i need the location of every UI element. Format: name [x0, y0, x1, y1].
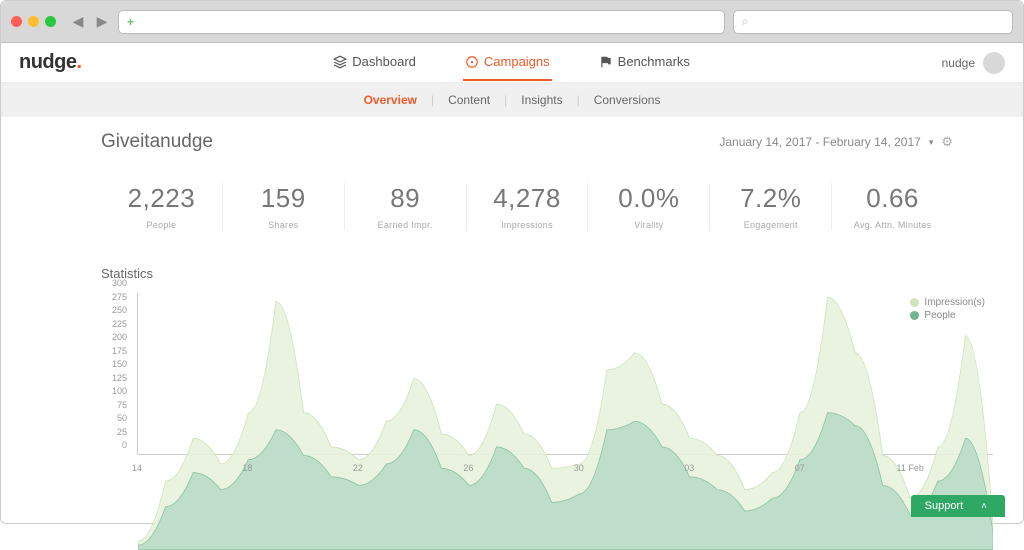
- nav-campaigns-label: Campaigns: [484, 54, 550, 69]
- metric-attention: 0.66 Avg. Attn. Minutes: [832, 183, 953, 230]
- date-range-text: January 14, 2017 - February 14, 2017: [719, 135, 920, 149]
- layers-icon: [333, 55, 347, 69]
- legend-dot-impressions: [910, 298, 919, 307]
- metric-impressions: 4,278 Impressions: [467, 183, 589, 230]
- minimize-icon[interactable]: [28, 16, 39, 27]
- date-range-picker[interactable]: January 14, 2017 - February 14, 2017 ▾ ⚙: [719, 134, 953, 150]
- metric-earned: 89 Earned Impr.: [345, 183, 467, 230]
- metric-label: Virality: [594, 220, 703, 230]
- metric-value: 89: [351, 183, 460, 214]
- logo[interactable]: nudge.: [19, 51, 82, 74]
- metric-shares: 159 Shares: [223, 183, 345, 230]
- user-name: nudge: [942, 56, 975, 70]
- metric-value: 7.2%: [716, 183, 825, 214]
- sub-tabs: Overview | Content | Insights | Conversi…: [1, 83, 1023, 117]
- metric-virality: 0.0% Virality: [588, 183, 710, 230]
- caret-down-icon: ▾: [929, 137, 934, 148]
- tab-overview[interactable]: Overview: [350, 93, 431, 107]
- support-button[interactable]: Support ˄: [911, 495, 1005, 517]
- nav-dashboard[interactable]: Dashboard: [331, 44, 418, 81]
- metric-value: 0.0%: [594, 183, 703, 214]
- logo-text: nudge: [19, 51, 77, 73]
- forward-icon[interactable]: ▶: [94, 14, 110, 30]
- metric-label: Avg. Attn. Minutes: [838, 220, 947, 230]
- nav-campaigns[interactable]: Campaigns: [463, 44, 552, 81]
- support-label: Support: [925, 500, 964, 512]
- metric-people: 2,223 People: [101, 183, 223, 230]
- nav-benchmarks-label: Benchmarks: [618, 54, 690, 69]
- chevron-up-icon: ˄: [981, 501, 987, 512]
- maximize-icon[interactable]: [45, 16, 56, 27]
- nav-benchmarks[interactable]: Benchmarks: [597, 44, 692, 81]
- legend-impressions: Impression(s): [910, 297, 985, 308]
- metrics-row: 2,223 People 159 Shares 89 Earned Impr. …: [1, 161, 1023, 248]
- legend-people: People: [910, 310, 985, 321]
- window-controls: [11, 16, 56, 27]
- statistics-chart: 0255075100125150175200225250275300 Impre…: [101, 293, 993, 473]
- legend-dot-people: [910, 311, 919, 320]
- back-icon[interactable]: ◀: [70, 14, 86, 30]
- statistics-heading: Statistics: [1, 248, 1023, 285]
- avatar: [983, 52, 1005, 74]
- legend-impressions-label: Impression(s): [924, 297, 985, 308]
- metric-value: 159: [229, 183, 338, 214]
- close-icon[interactable]: [11, 16, 22, 27]
- nav-center: Dashboard Campaigns Benchmarks: [82, 44, 942, 81]
- chart-legend: Impression(s) People: [910, 297, 985, 323]
- metric-label: Engagement: [716, 220, 825, 230]
- metric-label: Shares: [229, 220, 338, 230]
- metric-value: 0.66: [838, 183, 947, 214]
- gear-icon[interactable]: ⚙: [941, 134, 953, 150]
- metric-value: 4,278: [473, 183, 582, 214]
- chart-x-axis: 1418222630030711 Feb: [137, 457, 993, 473]
- tab-insights[interactable]: Insights: [507, 93, 576, 107]
- add-tab-icon[interactable]: +: [127, 15, 134, 29]
- browser-chrome: ◀ ▶ + ⌕: [1, 1, 1023, 43]
- chart-plot-area: Impression(s) People: [137, 293, 993, 455]
- tab-conversions[interactable]: Conversions: [580, 93, 675, 107]
- tab-content[interactable]: Content: [434, 93, 504, 107]
- chart-areas: [138, 293, 993, 550]
- search-icon: ⌕: [742, 14, 749, 29]
- metric-label: Impressions: [473, 220, 582, 230]
- campaign-title: Giveitanudge: [101, 131, 213, 153]
- chart-y-axis: 0255075100125150175200225250275300: [101, 293, 131, 455]
- metric-label: People: [107, 220, 216, 230]
- metric-label: Earned Impr.: [351, 220, 460, 230]
- address-bar[interactable]: +: [118, 10, 725, 34]
- metric-value: 2,223: [107, 183, 216, 214]
- top-nav: nudge. Dashboard Campaigns Benchmarks nu…: [1, 43, 1023, 83]
- user-menu[interactable]: nudge: [942, 52, 1005, 74]
- title-row: Giveitanudge January 14, 2017 - February…: [1, 117, 1023, 161]
- flag-icon: [599, 55, 613, 69]
- legend-people-label: People: [924, 310, 955, 321]
- nav-dashboard-label: Dashboard: [352, 54, 416, 69]
- target-icon: [465, 55, 479, 69]
- metric-engagement: 7.2% Engagement: [710, 183, 832, 230]
- search-bar[interactable]: ⌕: [733, 10, 1013, 34]
